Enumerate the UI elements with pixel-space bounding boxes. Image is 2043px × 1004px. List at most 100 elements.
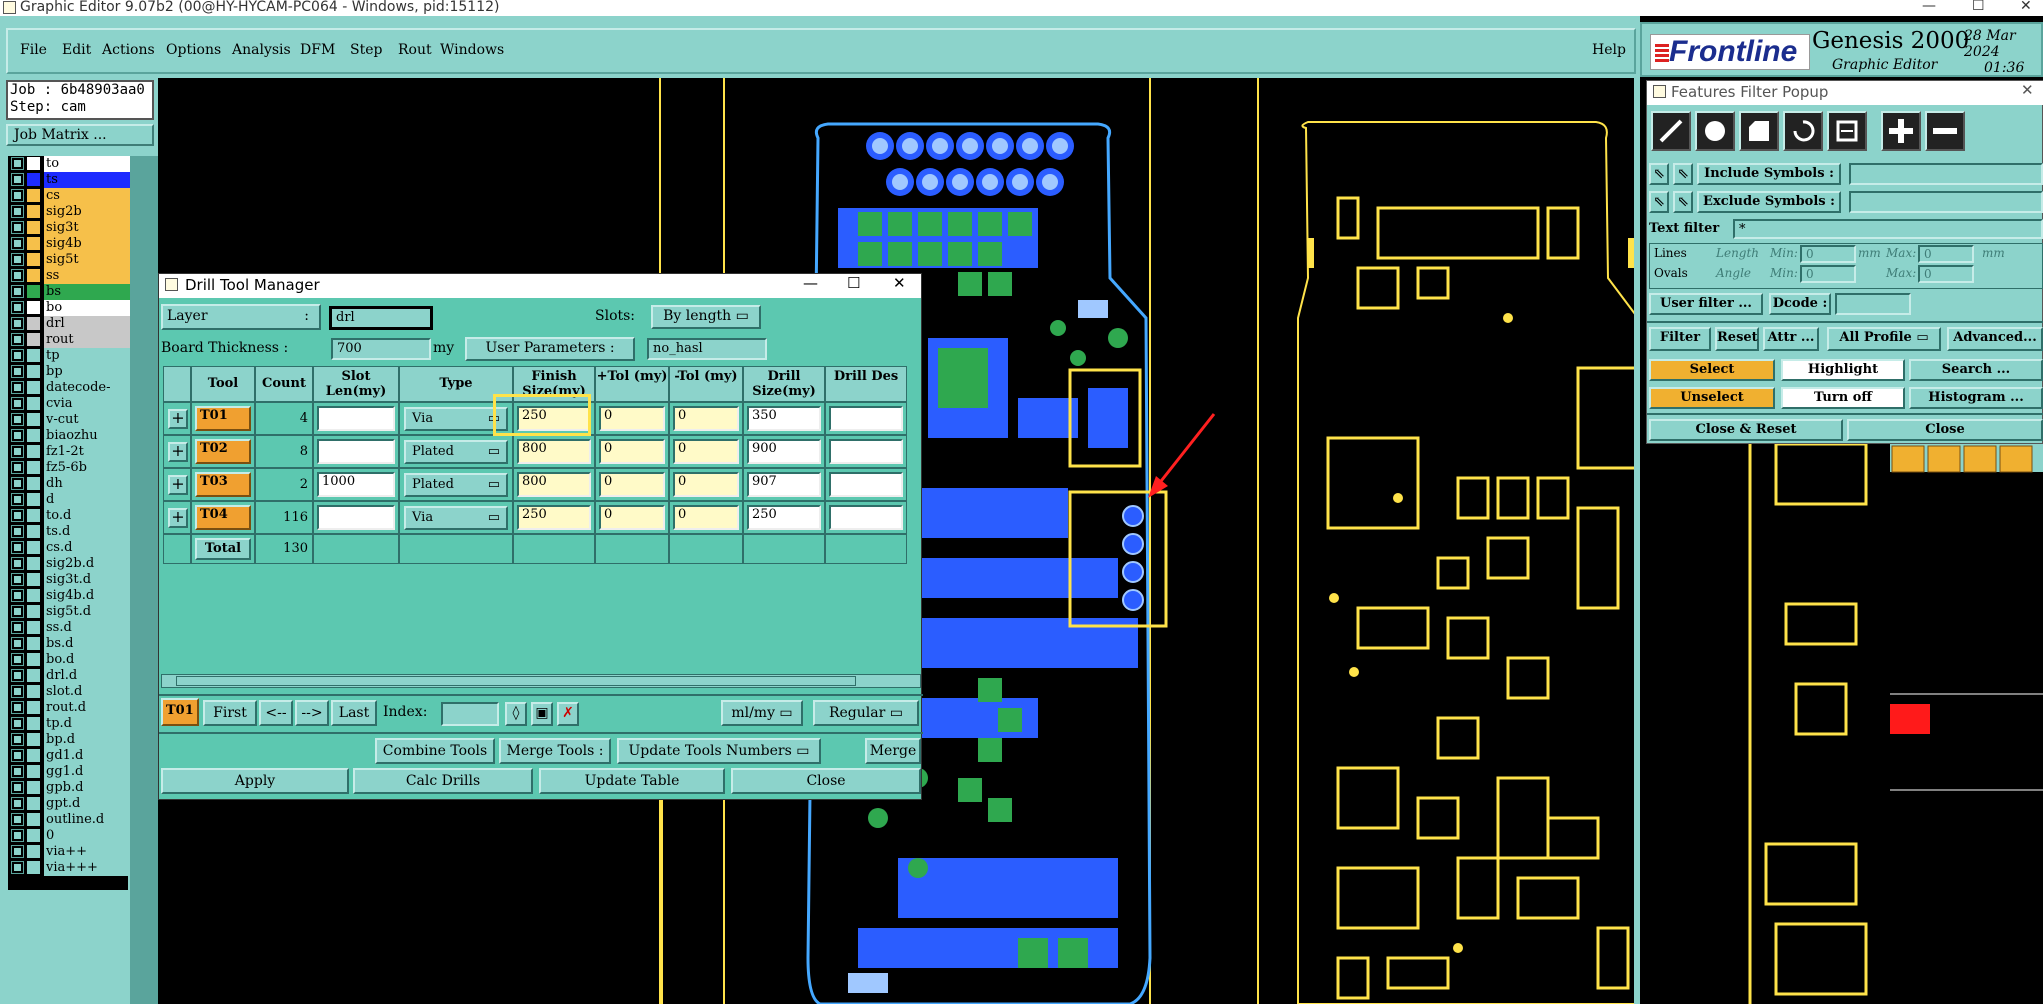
close-window-button[interactable]: ✕ — [2020, 0, 2032, 14]
layer-name[interactable]: sig2b — [44, 204, 134, 220]
layer-checkbox[interactable] — [11, 205, 24, 218]
tool-des-input[interactable] — [829, 406, 903, 431]
table-hscrollbar[interactable] — [161, 674, 921, 688]
menu-file[interactable]: File — [20, 42, 47, 58]
layer-checkbox[interactable] — [11, 621, 24, 634]
layer-checkbox[interactable] — [11, 445, 24, 458]
ovals-checkbox[interactable]: Ovals — [1654, 266, 1688, 280]
layer-checkbox[interactable] — [11, 717, 24, 730]
angle-min-input[interactable]: 0 — [1800, 265, 1856, 283]
filter-toggle[interactable]: Filter — [1649, 327, 1711, 351]
layer-checkbox[interactable] — [11, 269, 24, 282]
close-button[interactable]: Close — [731, 768, 921, 794]
layer-row[interactable]: sig3t — [8, 220, 134, 236]
layer-checkbox[interactable] — [11, 861, 24, 874]
hscroll-thumb[interactable] — [176, 676, 856, 686]
layer-checkbox[interactable] — [11, 781, 24, 794]
menu-edit[interactable]: Edit — [62, 42, 91, 58]
layer-row[interactable]: sig4b.d — [8, 588, 134, 604]
layer-checkbox[interactable] — [11, 317, 24, 330]
layer-row[interactable]: ts — [8, 172, 134, 188]
layer-row[interactable]: drl.d — [8, 668, 134, 684]
layer-checkbox[interactable] — [11, 813, 24, 826]
index-input[interactable] — [441, 702, 499, 726]
layer-name[interactable]: 0 — [44, 828, 134, 844]
tool-ptol-input[interactable]: 0 — [599, 505, 665, 530]
layer-name[interactable]: bo — [44, 300, 134, 316]
pad-tool-icon[interactable] — [1695, 111, 1735, 151]
minimize-button[interactable]: — — [1922, 0, 1936, 14]
layer-row[interactable]: fz1-2t — [8, 444, 134, 460]
include-pick2-icon[interactable]: ⇖ — [1673, 163, 1693, 185]
tool-des-input[interactable] — [829, 505, 903, 530]
layer-row[interactable]: sig2b.d — [8, 556, 134, 572]
exclude-symbols-input[interactable] — [1849, 191, 2043, 213]
update-table-button[interactable]: Update Table — [539, 768, 725, 794]
layer-row[interactable]: bs.d — [8, 636, 134, 652]
layer-checkbox[interactable] — [11, 765, 24, 778]
layer-name[interactable]: sig4b — [44, 236, 134, 252]
layer-name[interactable]: bs.d — [44, 636, 134, 652]
layer-row[interactable]: dh — [8, 476, 134, 492]
user-filter-button[interactable]: User filter ... — [1649, 293, 1763, 315]
length-checkbox[interactable]: Length — [1716, 246, 1759, 260]
include-symbols-input[interactable] — [1849, 163, 2043, 185]
layer-checkbox[interactable] — [11, 461, 24, 474]
layer-row[interactable]: cvia — [8, 396, 134, 412]
layer-row[interactable]: ss.d — [8, 620, 134, 636]
tool-drill-input[interactable]: 900 — [747, 439, 821, 464]
angle-checkbox[interactable]: Angle — [1716, 266, 1751, 280]
layer-row[interactable]: gpb.d — [8, 780, 134, 796]
prev-button[interactable]: <-- — [259, 700, 293, 726]
tool-name[interactable]: T02 — [195, 439, 251, 464]
tool-name[interactable]: T04 — [195, 505, 251, 530]
mode-dropdown[interactable]: Regular ▭ — [813, 700, 919, 726]
layer-name[interactable]: bp — [44, 364, 134, 380]
layer-checkbox[interactable] — [11, 253, 24, 266]
layer-name[interactable]: via++ — [44, 844, 134, 860]
tool-slot-input[interactable]: 1000 — [317, 472, 395, 497]
exclude-pick-icon[interactable]: ⇖ — [1649, 191, 1669, 213]
layer-name[interactable]: gg1.d — [44, 764, 134, 780]
lines-checkbox[interactable]: Lines — [1654, 246, 1687, 260]
layer-row[interactable]: gd1.d — [8, 748, 134, 764]
layer-checkbox[interactable] — [11, 221, 24, 234]
menu-options[interactable]: Options — [166, 42, 221, 58]
calc-drills-button[interactable]: Calc Drills — [353, 768, 533, 794]
layer-row[interactable]: to.d — [8, 508, 134, 524]
menu-actions[interactable]: Actions — [102, 42, 155, 58]
tool-ptol-input[interactable]: 0 — [599, 472, 665, 497]
menu-rout[interactable]: Rout — [398, 42, 432, 58]
layer-row[interactable]: outline.d — [8, 812, 134, 828]
layer-checkbox[interactable] — [11, 749, 24, 762]
layer-row[interactable]: biaozhu — [8, 428, 134, 444]
menu-dfm[interactable]: DFM — [300, 42, 335, 58]
layer-name[interactable]: sig3t — [44, 220, 134, 236]
layer-row[interactable]: cs — [8, 188, 134, 204]
find-icon[interactable]: ◊ — [505, 702, 527, 726]
layer-name[interactable]: v-cut — [44, 412, 134, 428]
layer-name[interactable]: sig4b.d — [44, 588, 134, 604]
layer-checkbox[interactable] — [11, 701, 24, 714]
layer-checkbox[interactable] — [11, 573, 24, 586]
layer-name[interactable]: bs — [44, 284, 134, 300]
length-max-input[interactable]: 0 — [1918, 245, 1974, 263]
reset-button[interactable]: Reset — [1715, 327, 1759, 351]
layer-checkbox[interactable] — [11, 173, 24, 186]
tool-name[interactable]: T03 — [195, 472, 251, 497]
layer-checkbox[interactable] — [11, 365, 24, 378]
tool-des-input[interactable] — [829, 439, 903, 464]
advanced-button[interactable]: Advanced... — [1947, 327, 2043, 351]
layer-checkbox[interactable] — [11, 525, 24, 538]
board-thickness-input[interactable]: 700 — [331, 338, 431, 360]
delete-icon[interactable]: ✗ — [557, 702, 579, 726]
apply-button[interactable]: Apply — [161, 768, 349, 794]
layer-row[interactable]: to — [8, 156, 134, 172]
layer-checkbox[interactable] — [11, 541, 24, 554]
layer-checkbox[interactable] — [11, 381, 24, 394]
angle-max-input[interactable]: 0 — [1918, 265, 1974, 283]
tool-drill-input[interactable]: 350 — [747, 406, 821, 431]
arc-tool-icon[interactable] — [1783, 111, 1823, 151]
layer-name[interactable]: via+++ — [44, 860, 134, 876]
menu-windows[interactable]: Windows — [440, 42, 504, 58]
